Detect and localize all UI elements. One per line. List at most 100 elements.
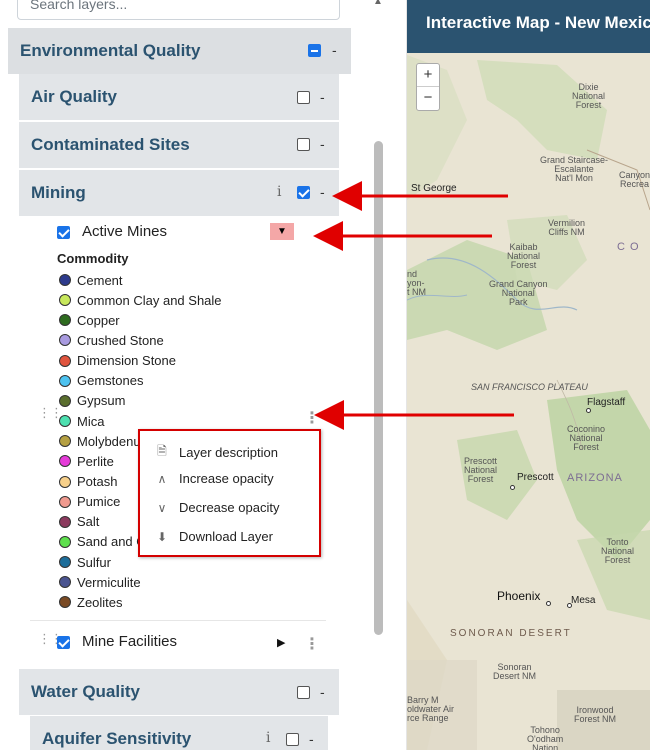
caret-right-icon[interactable]: ▶: [277, 636, 285, 649]
menu-item-label: Increase opacity: [179, 471, 274, 486]
legend-label: Dimension Stone: [77, 353, 176, 369]
map-label-tohono: Tohono O'odham Nation: [527, 725, 564, 750]
chevron-down-icon: ∨: [157, 500, 167, 515]
map-label-phoenix: Phoenix: [497, 589, 541, 603]
kebab-menu-icon[interactable]: ⋮: [304, 408, 320, 428]
map-label-sonoran-nm: Sonoran Desert NM: [493, 662, 537, 681]
legend-label: Gemstones: [77, 373, 144, 389]
legend-label: Common Clay and Shale: [77, 292, 222, 308]
legend-label: Vermiculite: [77, 574, 141, 590]
legend-swatch: [59, 576, 71, 589]
group-title: Contaminated Sites: [31, 135, 190, 154]
legend-swatch: [59, 314, 71, 327]
map-label-prescott: Prescott: [517, 472, 554, 483]
contaminated-sites-checkbox[interactable]: [297, 138, 310, 151]
map-label-dixie: Dixie National Forest: [572, 82, 606, 110]
collapse-toggle[interactable]: -: [309, 731, 314, 747]
group-title: Air Quality: [31, 87, 117, 106]
search-layers-input[interactable]: [17, 0, 340, 20]
legend-item: Gemstones: [59, 371, 143, 391]
map-label-flagstaff: Flagstaff: [587, 397, 626, 408]
legend-item: Sulfur: [59, 552, 111, 572]
menu-item-increase-opacity[interactable]: ∧ Increase opacity: [154, 471, 274, 486]
zoom-in-button[interactable]: +: [417, 64, 439, 87]
collapse-toggle[interactable]: -: [320, 89, 325, 105]
legend-label: Sulfur: [77, 554, 111, 570]
scroll-up-arrow-icon[interactable]: ▲: [373, 0, 383, 7]
active-mines-checkbox[interactable]: [57, 226, 70, 239]
air-quality-checkbox[interactable]: [297, 91, 310, 104]
map-label-nm: nd yon- t NM: [407, 269, 426, 297]
collapse-toggle[interactable]: -: [320, 136, 325, 152]
app-root: Environmental Quality - Air Quality - Co…: [0, 0, 650, 750]
mine-facilities-label: Mine Facilities: [82, 633, 178, 650]
legend-swatch: [59, 274, 71, 286]
menu-item-layer-description[interactable]: 🗎 Layer description: [154, 442, 278, 463]
legend-swatch: [59, 495, 71, 508]
legend-label: Pumice: [77, 494, 121, 510]
map-label-grand-canyon: Grand Canyon National Park: [489, 279, 548, 307]
menu-item-download-layer[interactable]: ⬇ Download Layer: [154, 529, 273, 544]
legend-toggle-button[interactable]: ▼: [270, 223, 294, 240]
group-contaminated-sites[interactable]: Contaminated Sites -: [19, 122, 339, 168]
legend-label: Salt: [77, 514, 100, 530]
legend-swatch: [59, 334, 71, 347]
mining-checkbox[interactable]: [297, 186, 310, 199]
legend-title: Commodity: [57, 251, 129, 266]
chevron-up-icon: ∧: [157, 471, 167, 486]
group-environmental-quality[interactable]: Environmental Quality -: [8, 28, 351, 74]
map-label-kaibab: Kaibab National Forest: [507, 242, 541, 270]
legend-item: Dimension Stone: [59, 351, 176, 371]
download-icon: ⬇: [156, 529, 168, 544]
map-label-mesa: Mesa: [571, 595, 596, 606]
mine-facilities-checkbox[interactable]: [57, 636, 70, 649]
legend-swatch: [59, 535, 71, 548]
map-label-sf-plateau: SAN FRANCISCO PLATEAU: [471, 382, 588, 392]
kebab-menu-icon[interactable]: ⋮: [304, 634, 320, 654]
divider: [30, 620, 326, 621]
zoom-out-button[interactable]: −: [417, 87, 439, 110]
city-marker: [510, 485, 515, 490]
map-label-prescott-nf: Prescott National Forest: [464, 456, 498, 484]
collapse-toggle[interactable]: -: [320, 184, 325, 200]
legend-label: Mica: [77, 413, 105, 429]
legend-swatch: [59, 515, 71, 528]
map-label-barry: Barry M oldwater Air rce Range: [407, 695, 455, 723]
layer-context-menu: 🗎 Layer description ∧ Increase opacity ∨…: [138, 429, 321, 557]
legend-swatch: [59, 354, 71, 367]
legend-swatch: [59, 475, 71, 488]
info-icon[interactable]: i: [277, 184, 281, 200]
map-label-grand-staircase: Grand Staircase- Escalante Nat'l Mon: [540, 155, 609, 183]
legend-item: Cement: [59, 270, 123, 290]
collapse-toggle[interactable]: -: [320, 684, 325, 700]
map-label-coconino: Coconino National Forest: [567, 424, 606, 452]
water-quality-checkbox[interactable]: [297, 686, 310, 699]
map-title: Interactive Map - New Mexico: [426, 13, 650, 32]
group-air-quality[interactable]: Air Quality -: [19, 74, 339, 120]
group-aquifer-sensitivity[interactable]: Aquifer Sensitivity i -: [30, 716, 328, 750]
menu-item-label: Download Layer: [179, 529, 273, 544]
sidebar-scrollbar-thumb[interactable]: [374, 141, 383, 635]
info-icon[interactable]: i: [266, 730, 270, 746]
menu-item-decrease-opacity[interactable]: ∨ Decrease opacity: [154, 500, 280, 515]
legend-label: Potash: [77, 474, 118, 489]
legend-swatch: [59, 455, 71, 468]
aquifer-sensitivity-checkbox[interactable]: [286, 733, 299, 746]
group-mining[interactable]: Mining i -: [19, 170, 339, 216]
zoom-control: + −: [416, 63, 440, 111]
legend-label: Cement: [77, 272, 123, 288]
legend-item: Pumice: [59, 492, 120, 512]
legend-swatch: [59, 374, 71, 387]
drag-handle-icon[interactable]: ⋮⋮: [38, 406, 63, 419]
map-label-vermilion: Vermilion Cliffs NM: [548, 218, 586, 237]
menu-item-label: Decrease opacity: [179, 500, 280, 515]
city-marker: [567, 603, 572, 608]
environmental-quality-checkbox[interactable]: [308, 44, 321, 57]
map-view[interactable]: Interactive Map - New Mexico + − Dixie N…: [407, 0, 650, 750]
map-label-st-george: St George: [411, 183, 457, 194]
group-water-quality[interactable]: Water Quality -: [19, 669, 339, 715]
menu-item-label: Layer description: [179, 445, 278, 460]
legend-label: Crushed Stone: [77, 332, 164, 348]
group-title: Aquifer Sensitivity: [42, 729, 192, 748]
collapse-toggle[interactable]: -: [332, 42, 337, 58]
